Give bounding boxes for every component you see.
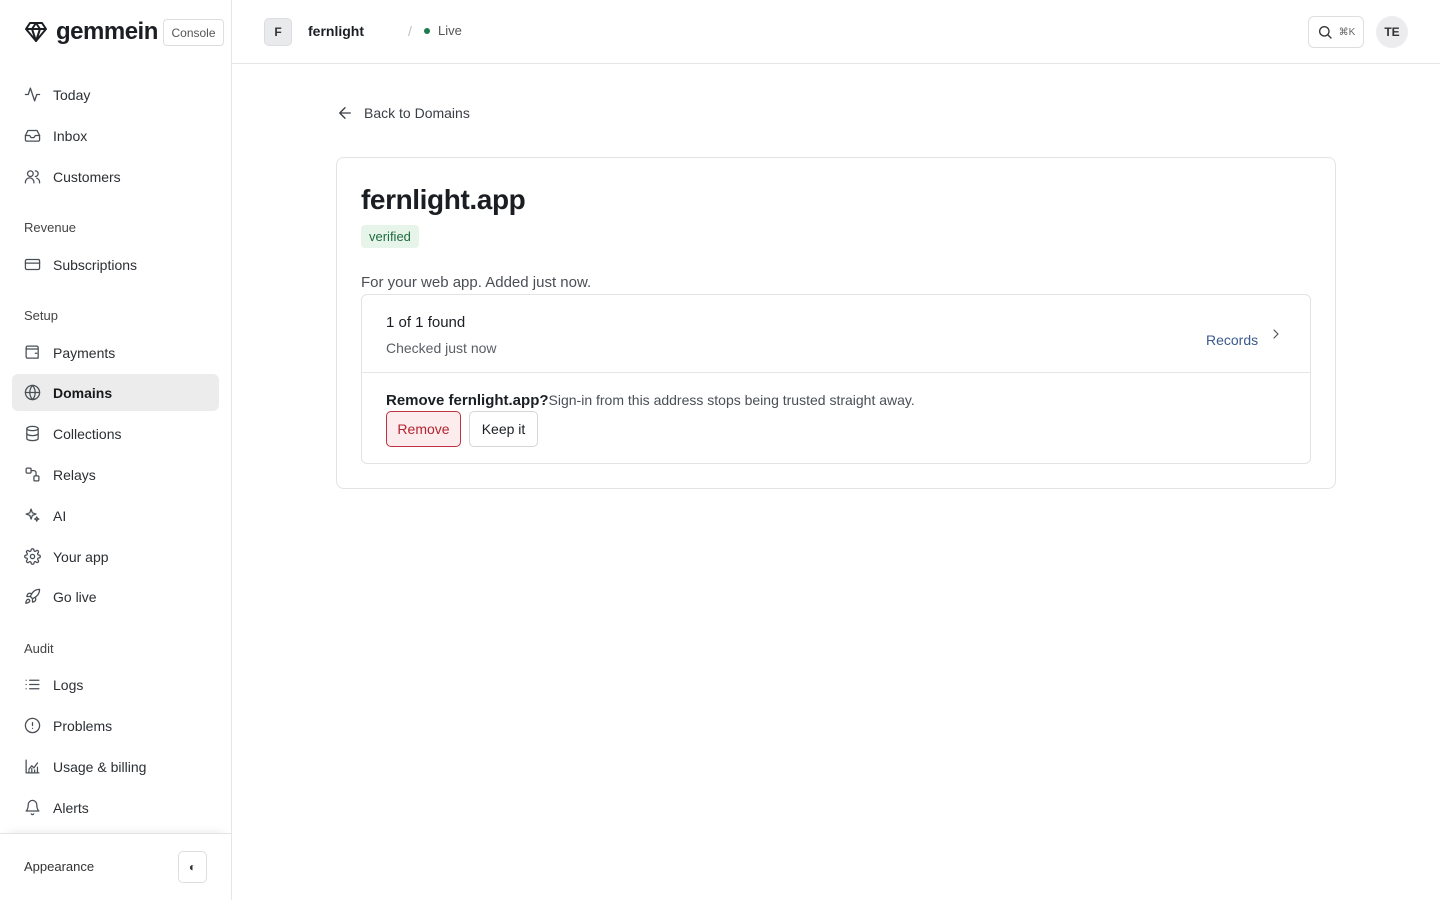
topbar: F fernlight / Live ⌘K TE xyxy=(232,0,1440,64)
remove-confirmation: Remove fernlight.app? Sign-in from this a… xyxy=(362,373,1310,465)
search-button[interactable]: ⌘K xyxy=(1308,16,1364,48)
keep-button[interactable]: Keep it xyxy=(469,411,538,447)
sidebar-item-problems[interactable]: Problems xyxy=(12,707,219,744)
project-switcher[interactable]: fernlight xyxy=(308,23,364,39)
sidebar-item-your-app[interactable]: Your app xyxy=(12,538,219,575)
sidebar-item-label: Your app xyxy=(53,548,109,565)
sidebar-item-alerts[interactable]: Alerts xyxy=(12,789,219,826)
gem-logo-icon xyxy=(24,20,48,44)
sidebar-footer: Appearance ◐ xyxy=(0,833,231,900)
shortcut-hint: ⌘K xyxy=(1338,26,1356,38)
chevron-right-icon xyxy=(1268,326,1284,342)
sidebar-item-subscriptions[interactable]: Subscriptions xyxy=(12,246,219,283)
console-badge[interactable]: Console xyxy=(163,19,224,46)
section-label-setup: Setup xyxy=(24,308,58,323)
sidebar-item-usage-billing[interactable]: Usage & billing xyxy=(12,748,219,785)
live-status-dot xyxy=(424,27,430,34)
credit-card-icon xyxy=(24,256,41,273)
rocket-icon xyxy=(24,588,41,605)
appearance-toggle-button[interactable]: ◐ xyxy=(178,851,207,883)
sidebar-item-label: Go live xyxy=(53,588,97,605)
search-icon xyxy=(1317,24,1333,40)
wallet-icon xyxy=(24,344,41,361)
sidebar-item-relays[interactable]: Relays xyxy=(12,456,219,493)
brand-name: gemmein xyxy=(56,18,158,45)
sidebar-item-label: Usage & billing xyxy=(53,758,147,775)
records-found-count: 1 of 1 found xyxy=(386,314,466,331)
sidebar-item-label: Domains xyxy=(53,384,113,401)
user-avatar[interactable]: TE xyxy=(1376,16,1408,48)
remove-prompt: Remove fernlight.app? Sign-in from this a… xyxy=(386,392,915,409)
appearance-label: Appearance xyxy=(24,859,95,874)
remove-question: Remove fernlight.app? xyxy=(386,392,549,409)
sidebar-item-label: Subscriptions xyxy=(53,256,138,273)
sidebar-item-label: Collections xyxy=(53,425,122,442)
brand[interactable]: gemmein xyxy=(24,18,158,46)
domain-description: For your web app. Added just now. xyxy=(361,274,592,291)
sidebar-item-today[interactable]: Today xyxy=(12,76,219,113)
sidebar-item-label: Problems xyxy=(53,717,113,734)
arrow-left-icon xyxy=(336,104,364,122)
records-link[interactable]: Records xyxy=(1206,332,1258,348)
sidebar-item-customers[interactable]: Customers xyxy=(12,158,219,195)
records-row[interactable]: 1 of 1 found Checked just now Records xyxy=(362,295,1310,373)
sidebar-item-label: Payments xyxy=(53,344,116,361)
database-icon xyxy=(24,425,41,442)
section-label-revenue: Revenue xyxy=(24,220,77,235)
sidebar-item-collections[interactable]: Collections xyxy=(12,415,219,452)
users-icon xyxy=(24,168,41,185)
project-avatar[interactable]: F xyxy=(264,18,292,46)
bell-icon xyxy=(24,799,41,816)
globe-icon xyxy=(24,384,41,401)
alert-circle-icon xyxy=(24,717,41,734)
last-checked-time: Checked just now xyxy=(386,340,497,356)
list-icon xyxy=(24,676,41,693)
sidebar-item-ai[interactable]: AI xyxy=(12,497,219,534)
sidebar-item-label: Today xyxy=(53,86,91,103)
sidebar-item-label: Logs xyxy=(53,676,84,693)
sidebar-item-label: Inbox xyxy=(53,127,88,144)
sidebar: gemmein Console Today Inbox Customers Re… xyxy=(0,0,232,900)
page-title: fernlight.app xyxy=(361,184,526,215)
back-to-domains-link[interactable]: Back to Domains xyxy=(336,104,470,122)
environment-status[interactable]: Live xyxy=(424,23,462,38)
breadcrumb-separator: / xyxy=(408,23,412,39)
remove-explanation: Sign-in from this address stops being tr… xyxy=(548,392,915,408)
sidebar-item-domains[interactable]: Domains xyxy=(12,374,219,411)
sidebar-item-label: Relays xyxy=(53,466,96,483)
domain-card: fernlight.app verified For your web app.… xyxy=(336,157,1336,489)
sidebar-item-go-live[interactable]: Go live xyxy=(12,578,219,615)
sidebar-item-label: AI xyxy=(53,507,67,524)
sidebar-item-logs[interactable]: Logs xyxy=(12,666,219,703)
status-badge: verified xyxy=(361,225,419,248)
sidebar-item-payments[interactable]: Payments xyxy=(12,334,219,371)
inbox-icon xyxy=(24,127,41,144)
back-link-label: Back to Domains xyxy=(364,105,470,121)
activity-icon xyxy=(24,86,41,103)
chart-icon xyxy=(24,758,41,775)
sidebar-item-inbox[interactable]: Inbox xyxy=(12,117,219,154)
sidebar-item-label: Alerts xyxy=(53,799,89,816)
domain-details-panel: 1 of 1 found Checked just now Records Re… xyxy=(361,294,1311,464)
sidebar-item-label: Customers xyxy=(53,168,121,185)
gear-icon xyxy=(24,548,41,565)
section-label-audit: Audit xyxy=(24,641,54,656)
sparkles-icon xyxy=(24,507,41,524)
route-icon xyxy=(24,466,41,483)
environment-label: Live xyxy=(438,23,462,38)
remove-button[interactable]: Remove xyxy=(386,411,461,447)
